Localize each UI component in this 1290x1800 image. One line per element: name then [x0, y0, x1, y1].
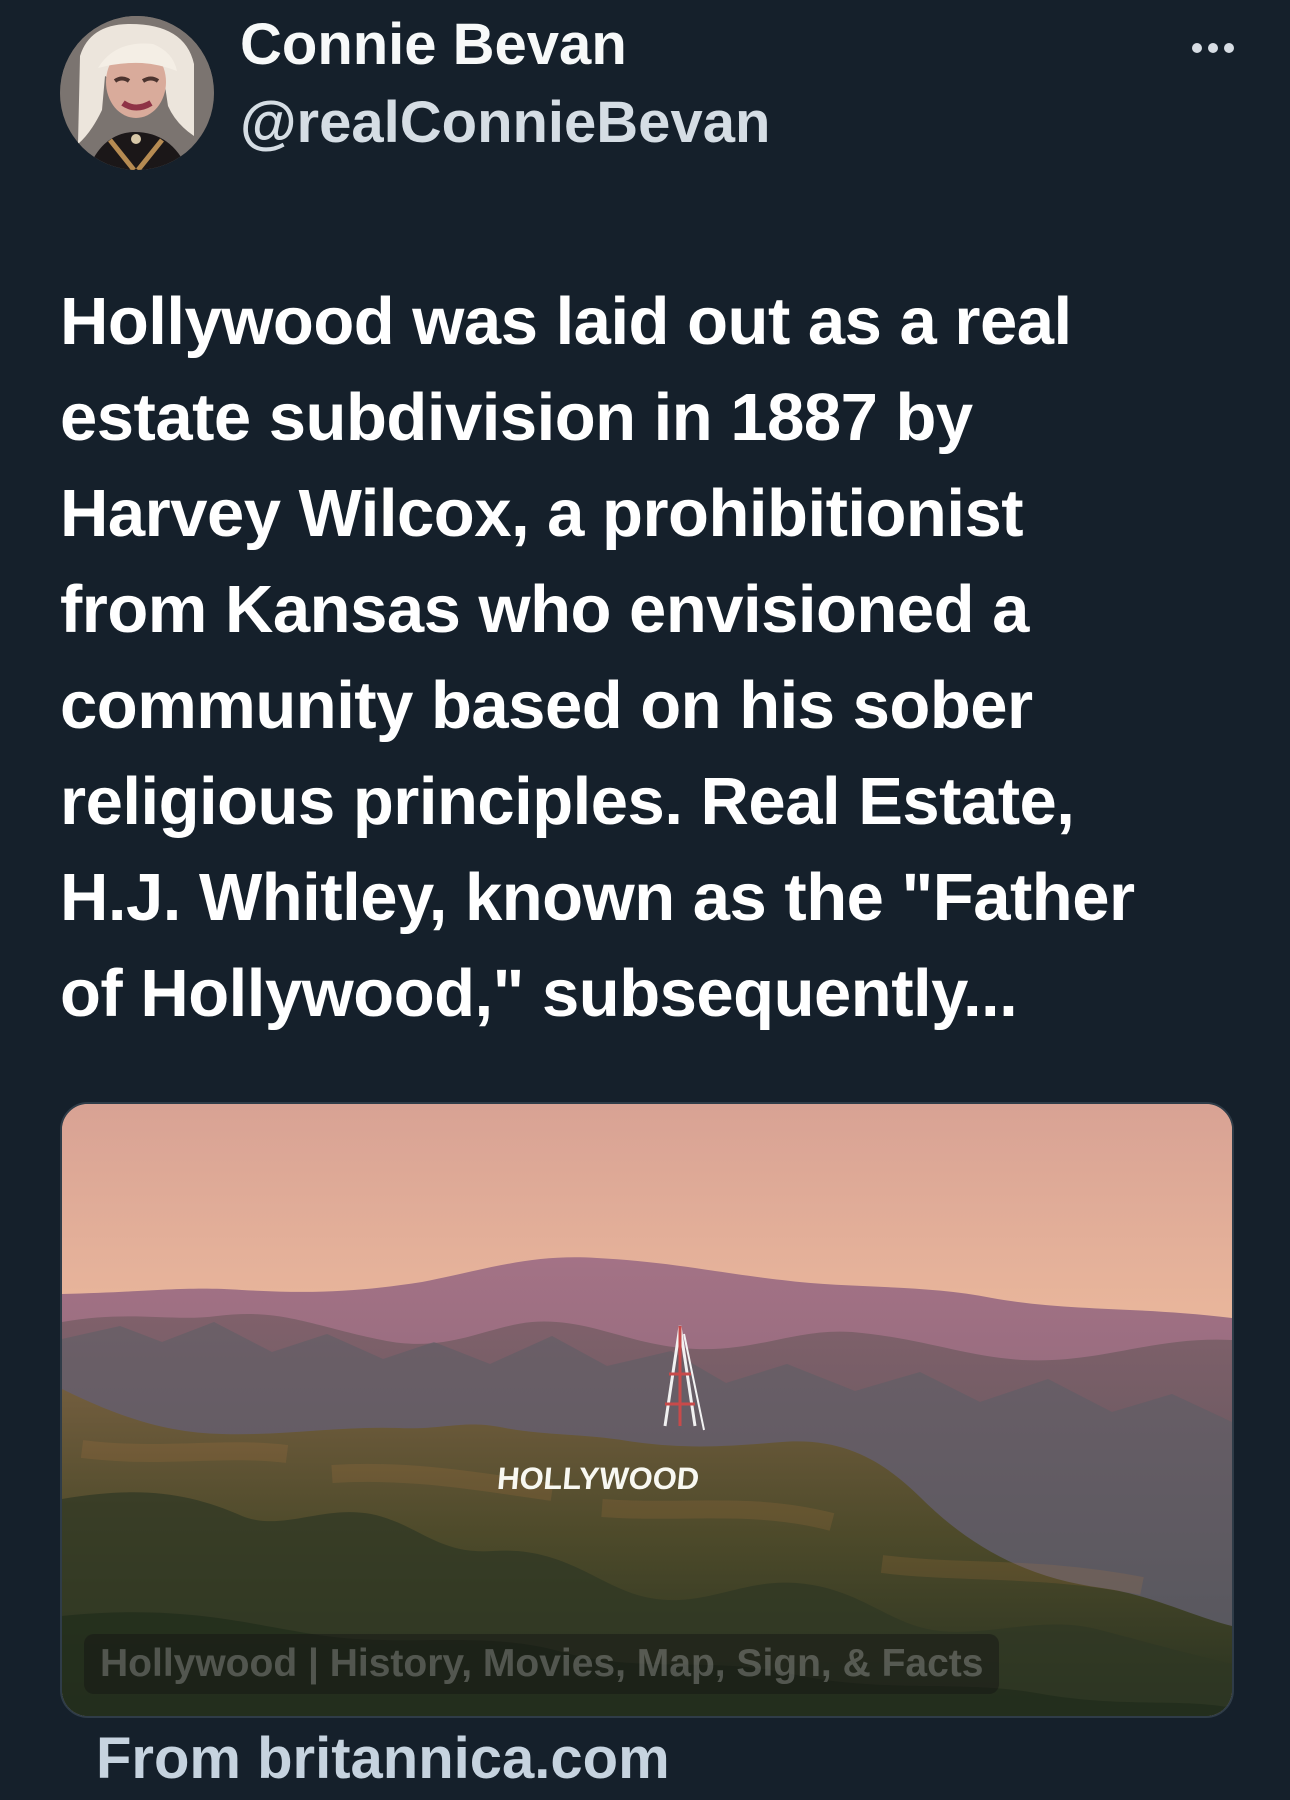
tweet-text-line: H.J. Whitley, known as the "Father	[60, 860, 1135, 935]
user-avatar[interactable]	[60, 16, 214, 170]
hollywood-sign-text: HOLLYWOOD	[496, 1461, 701, 1496]
tweet-text-line: religious principles. Real Estate,	[60, 764, 1075, 839]
tweet-text-line: community based on his sober	[60, 668, 1033, 743]
tweet-text: Hollywood was laid out as a real estate …	[60, 274, 1270, 1042]
tweet-text-line: Harvey Wilcox, a prohibitionist	[60, 476, 1024, 551]
tweet-text-line: from Kansas who envisioned a	[60, 572, 1029, 647]
tweet-text-line: of Hollywood," subsequently...	[60, 956, 1018, 1031]
hollywood-sign-image: HOLLYWOOD	[62, 1104, 1232, 1716]
more-horizontal-icon	[1192, 43, 1234, 53]
avatar-image	[60, 16, 214, 170]
link-preview-card[interactable]: HOLLYWOOD Hollywood | History, Movies, M…	[60, 1102, 1234, 1718]
tweet-text-line: estate subdivision in 1887 by	[60, 380, 973, 455]
user-handle[interactable]: @realConnieBevan	[240, 90, 770, 157]
card-title-overlay: Hollywood | History, Movies, Map, Sign, …	[84, 1634, 1000, 1694]
tweet-text-line: Hollywood was laid out as a real	[60, 284, 1072, 359]
display-name[interactable]: Connie Bevan	[240, 12, 627, 79]
hollywood-sign: HOLLYWOOD	[496, 1461, 701, 1496]
more-options-button[interactable]	[1178, 28, 1248, 68]
card-source-link[interactable]: From britannica.com	[96, 1726, 670, 1793]
